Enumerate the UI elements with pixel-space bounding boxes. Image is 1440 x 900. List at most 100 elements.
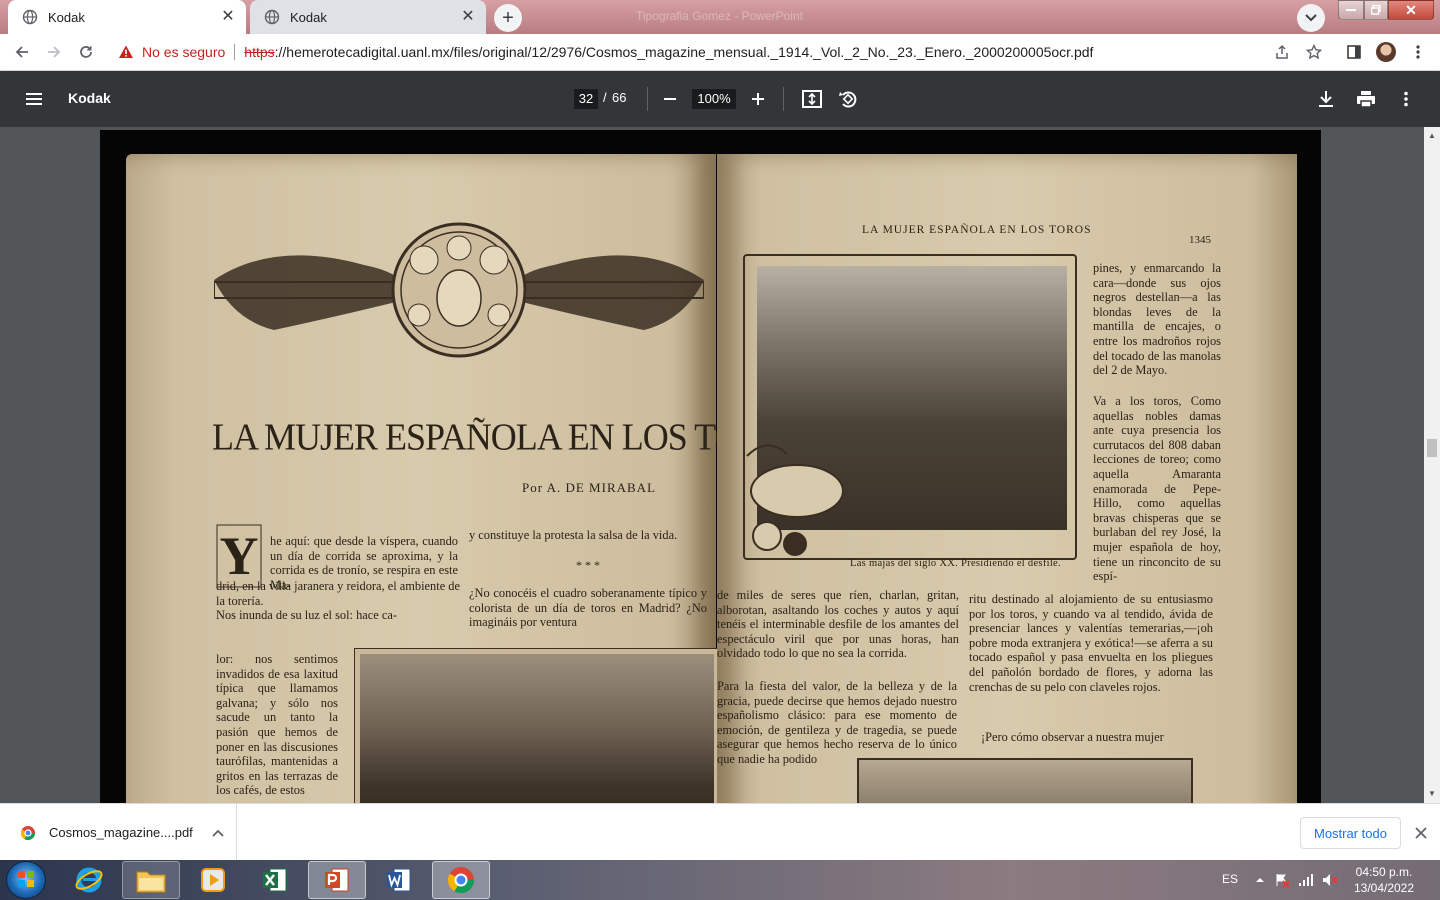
arrow-right-icon — [48, 46, 61, 58]
page-number-input[interactable]: 32 — [574, 89, 598, 109]
print-button[interactable] — [1354, 87, 1378, 111]
article-paragraph: drid, en la villa jaranera y reidora, el… — [216, 579, 460, 623]
chevron-down-icon — [1305, 14, 1317, 22]
show-hidden-icons[interactable] — [1252, 872, 1268, 888]
more-options-button[interactable] — [1394, 87, 1418, 111]
restore-button[interactable] — [1364, 0, 1388, 20]
taskbar-media-player[interactable] — [184, 861, 242, 899]
more-vertical-icon[interactable] — [1408, 42, 1428, 62]
taskbar-powerpoint[interactable] — [308, 861, 366, 899]
clock-time: 04:50 p.m. — [1355, 865, 1413, 879]
chevron-up-icon[interactable] — [211, 826, 225, 840]
tab-title: Kodak — [48, 9, 85, 25]
fit-page-button[interactable] — [800, 87, 824, 111]
toolbar-divider — [783, 87, 784, 111]
photo-caption: Las majas del siglo XX. Presidiendo el d… — [850, 558, 1061, 569]
taskbar-word[interactable] — [370, 861, 428, 899]
close-tab-icon[interactable]: ✕ — [220, 9, 236, 25]
download-item[interactable]: Cosmos_magazine....pdf — [0, 804, 237, 861]
scroll-down-icon[interactable]: ▼ — [1428, 789, 1436, 798]
reload-button[interactable] — [72, 38, 100, 66]
download-button[interactable] — [1314, 87, 1338, 111]
download-icon — [1319, 91, 1333, 107]
folder-icon — [136, 871, 166, 893]
minimize-button[interactable] — [1338, 0, 1364, 20]
globe-icon — [264, 9, 280, 25]
system-clock[interactable]: 04:50 p.m. 13/04/2022 — [1348, 864, 1420, 896]
forward-button[interactable] — [40, 38, 68, 66]
scrollbar-thumb[interactable] — [1427, 439, 1437, 457]
start-button[interactable] — [6, 861, 46, 899]
browser-title-bar: Kodak ✕ Kodak ✕ + Tipografia Gomez - Pow… — [0, 0, 1440, 34]
article-paragraph: de miles de seres que ríen, charlan, gri… — [717, 588, 959, 661]
globe-icon — [22, 9, 38, 25]
warning-icon — [119, 45, 133, 58]
taskbar-excel[interactable] — [246, 861, 304, 899]
article-paragraph: ¿No conocéis el cuadro soberanamente típ… — [469, 586, 707, 630]
profile-avatar[interactable] — [1376, 42, 1396, 62]
download-shelf: Cosmos_magazine....pdf Mostrar todo — [0, 803, 1440, 861]
crowd-photo — [857, 758, 1193, 803]
action-center-flag-icon[interactable] — [1274, 872, 1290, 888]
background-window-title: Tipografia Gomez - PowerPoint — [636, 9, 803, 23]
show-all-downloads-button[interactable]: Mostrar todo — [1300, 817, 1401, 849]
scroll-up-icon[interactable]: ▲ — [1428, 131, 1436, 140]
pdf-page: LA MUJER ESPAÑOLA EN LOS TOROS Por A. DE… — [100, 130, 1321, 803]
rotate-icon — [839, 91, 857, 108]
page-separator: / — [603, 90, 607, 105]
pdf-viewport[interactable]: LA MUJER ESPAÑOLA EN LOS TOROS Por A. DE… — [0, 127, 1424, 803]
word-icon — [387, 868, 411, 892]
plus-icon — [752, 93, 764, 105]
language-indicator[interactable]: ES — [1222, 872, 1238, 886]
volume-muted-icon[interactable] — [1322, 872, 1338, 888]
address-bar[interactable]: No es seguro https://hemerotecadigital.u… — [108, 38, 1344, 66]
tab-kodak[interactable]: Kodak ✕ — [250, 0, 486, 34]
chrome-file-icon — [20, 825, 35, 840]
internet-explorer-icon — [75, 867, 103, 893]
security-status[interactable]: No es seguro — [142, 44, 225, 60]
close-tab-icon[interactable]: ✕ — [460, 9, 476, 25]
omnibox-divider — [234, 44, 236, 60]
download-file-name: Cosmos_magazine....pdf — [49, 825, 193, 840]
article-paragraph: pines, y enmarcando la cara—donde sus oj… — [1093, 261, 1221, 378]
page-number: 1345 — [1189, 234, 1211, 246]
pdf-title: Kodak — [68, 90, 111, 106]
magazine-right-page: LA MUJER ESPAÑOLA EN LOS TOROS 1345 Las … — [717, 154, 1297, 803]
zoom-out-button[interactable] — [658, 87, 682, 111]
article-byline: Por A. DE MIRABAL — [522, 480, 657, 495]
menu-icon[interactable] — [22, 87, 46, 111]
close-download-bar-icon[interactable] — [1412, 824, 1430, 842]
more-vertical-icon — [1404, 91, 1408, 107]
vertical-scrollbar[interactable]: ▲ ▼ — [1424, 127, 1440, 803]
rotate-button[interactable] — [836, 87, 860, 111]
taskbar-internet-explorer[interactable] — [60, 861, 118, 899]
article-paragraph: y constituye la protesta la salsa de la … — [469, 528, 678, 542]
toolbar-divider — [647, 87, 648, 111]
photo-image — [360, 654, 714, 803]
magazine-left-page: LA MUJER ESPAÑOLA EN LOS TOROS Por A. DE… — [126, 154, 807, 803]
taskbar-chrome[interactable] — [432, 861, 490, 899]
network-signal-icon[interactable] — [1298, 872, 1314, 888]
bookmark-star-icon[interactable] — [1304, 42, 1324, 62]
printer-icon — [1357, 91, 1375, 108]
windows-taskbar: ES 04:50 p.m. 13/04/2022 — [0, 860, 1440, 900]
browser-toolbar: No es seguro https://hemerotecadigital.u… — [0, 34, 1440, 71]
share-icon[interactable] — [1272, 42, 1292, 62]
new-tab-button[interactable]: + — [494, 4, 522, 32]
section-break: * * * — [576, 558, 600, 572]
article-paragraph: Para la fiesta del valor, de la belleza … — [717, 679, 957, 766]
powerpoint-icon — [325, 868, 349, 892]
excel-icon — [263, 868, 287, 892]
close-window-button[interactable]: ✕ — [1388, 0, 1434, 20]
zoom-input[interactable]: 100% — [692, 89, 736, 109]
taskbar-file-explorer[interactable] — [122, 861, 180, 899]
side-panel-icon[interactable] — [1344, 42, 1364, 62]
screen: Kodak ✕ Kodak ✕ + Tipografia Gomez - Pow… — [0, 0, 1440, 900]
tab-kodak-active[interactable]: Kodak ✕ — [8, 0, 246, 34]
tab-search-button[interactable] — [1297, 4, 1325, 32]
back-button[interactable] — [8, 38, 36, 66]
page-total: 66 — [612, 90, 627, 105]
zoom-in-button[interactable] — [746, 87, 770, 111]
floral-ornament — [746, 444, 844, 556]
clock-date: 13/04/2022 — [1353, 881, 1415, 895]
